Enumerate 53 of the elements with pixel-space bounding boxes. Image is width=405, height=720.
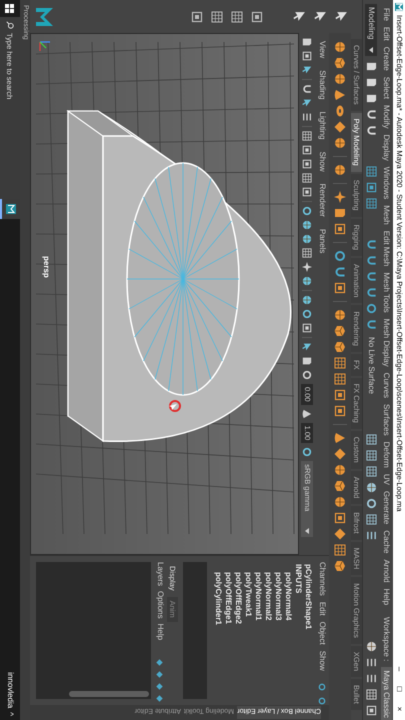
menu-item[interactable]: Curves	[380, 372, 392, 398]
input-node[interactable]: polyCylinder1	[213, 564, 223, 705]
menu-item[interactable]: Arnold	[380, 559, 392, 583]
menu-item[interactable]: Display	[380, 134, 392, 161]
panel-menu[interactable]: Lighting	[316, 112, 328, 140]
menu-item[interactable]: Modify	[380, 104, 392, 128]
input-node[interactable]: polyNormal3	[273, 564, 283, 705]
workspace-label: Workspace :	[381, 617, 392, 662]
window-control[interactable]: □	[393, 681, 405, 697]
layer-menu[interactable]: Layers	[154, 562, 166, 586]
menu-item[interactable]: Edit	[380, 26, 392, 41]
panel-menu[interactable]: Panels	[316, 228, 328, 254]
menu-item[interactable]: Mesh	[380, 205, 392, 225]
layer-menu[interactable]: Options	[154, 591, 166, 619]
viewport[interactable]: persp	[30, 33, 299, 555]
panel-menu[interactable]: Show	[316, 152, 328, 172]
window-control[interactable]: ×	[393, 701, 405, 717]
menu-item[interactable]: Mesh Display	[380, 318, 392, 367]
input-node[interactable]: polyNormal4	[283, 564, 293, 705]
menu-item[interactable]: Surfaces	[380, 404, 392, 436]
panel-menu[interactable]: Shading	[316, 70, 328, 100]
object-name[interactable]: pCylinderShape1	[303, 564, 313, 705]
channel-box-menu[interactable]: Object	[316, 622, 328, 645]
menu-item[interactable]: Generate	[380, 490, 392, 524]
camera-label: persp	[41, 256, 52, 278]
menu-item[interactable]: Select	[380, 76, 392, 99]
menu-item[interactable]: Windows	[380, 166, 392, 200]
input-node[interactable]: polyNormal1	[253, 564, 263, 705]
panel-menu[interactable]: Renderer	[316, 184, 328, 217]
panel-menu[interactable]: View	[316, 41, 328, 58]
user-name[interactable]: innovledia	[4, 672, 16, 708]
input-node[interactable]: polyNormal2	[263, 564, 273, 705]
layer-menu[interactable]: Help	[154, 624, 166, 640]
menu-item[interactable]: File	[380, 8, 392, 21]
window-control[interactable]: –	[393, 661, 405, 677]
channel-box-menu[interactable]: Channels	[316, 562, 328, 596]
menu-item[interactable]: Cache	[380, 530, 392, 554]
input-node[interactable]: polyOffEdge2	[233, 564, 243, 705]
menu-item[interactable]: Help	[380, 588, 392, 606]
menu-item[interactable]: Create	[380, 46, 392, 71]
menu-item[interactable]: Edit Mesh	[380, 230, 392, 266]
section-heading: INPUTS	[293, 564, 303, 596]
menu-item[interactable]: Mesh Tools	[380, 272, 392, 313]
live-surface-label: No Live Surface	[366, 337, 378, 394]
menu-item[interactable]: UV	[380, 474, 392, 485]
channel-box-menu[interactable]: Edit	[316, 602, 328, 616]
channel-box-menu[interactable]: Show	[316, 650, 328, 671]
menu-set-dropdown[interactable]: Modeling	[366, 4, 378, 56]
input-node[interactable]: polyTweak1	[243, 564, 253, 705]
tray-toggle[interactable]: ^	[4, 708, 16, 720]
workspace-dropdown[interactable]: Maya Classic	[381, 667, 392, 720]
menu-item[interactable]: Deform	[380, 442, 392, 468]
input-node[interactable]: polyOffEdge1	[223, 564, 233, 705]
